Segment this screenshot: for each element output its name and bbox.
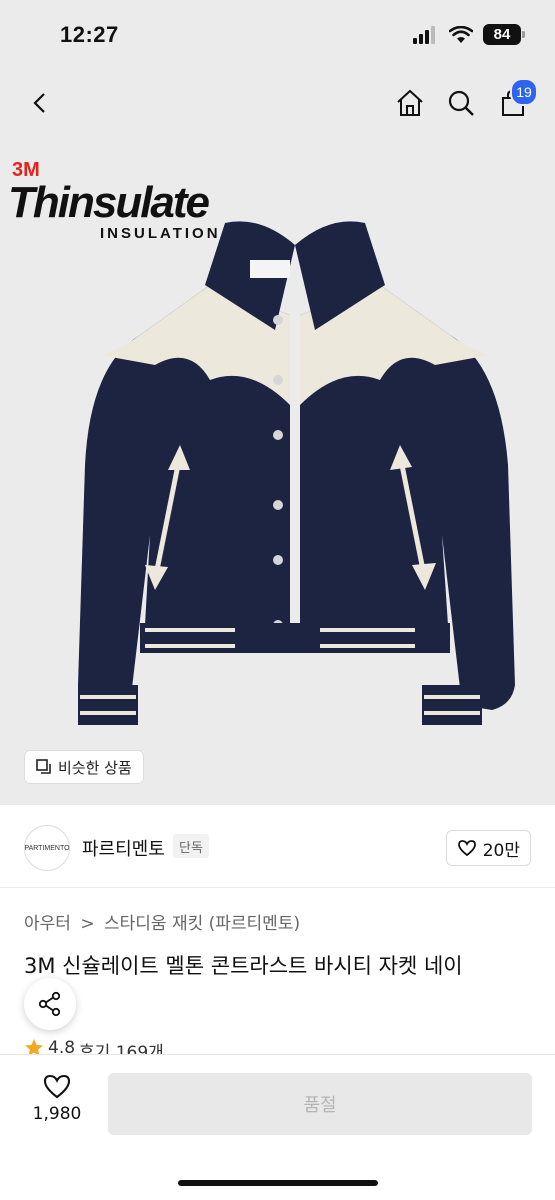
home-button[interactable] <box>387 80 433 126</box>
similar-products-button[interactable]: 비슷한 상품 <box>24 750 144 784</box>
share-icon <box>38 991 61 1017</box>
battery-indicator: 84 <box>483 24 525 45</box>
top-navigation: 19 <box>0 72 555 138</box>
bottom-action-bar: 1,980 품절 <box>0 1055 555 1200</box>
heart-icon <box>43 1074 71 1099</box>
3m-logo: 3M <box>12 159 40 180</box>
status-bar: 12:27 84 <box>0 0 555 72</box>
svg-text:3M: 3M <box>12 159 40 180</box>
seller-avatar[interactable]: PARTIMENTO <box>24 825 70 871</box>
wifi-icon <box>449 25 473 43</box>
breadcrumb-subcategory[interactable]: 스타디움 재킷 (파르티멘토) <box>104 914 300 934</box>
seller-row: PARTIMENTO 파르티멘토 단독 20만 <box>0 805 555 888</box>
breadcrumb: 아우터 > 스타디움 재킷 (파르티멘토) <box>24 909 304 934</box>
search-button[interactable] <box>438 80 484 126</box>
wishlist-button[interactable]: 1,980 <box>28 1073 86 1124</box>
brand-like-button[interactable]: 20만 <box>445 830 531 866</box>
seller-name[interactable]: 파르티멘토 <box>82 835 165 861</box>
share-button[interactable] <box>24 978 76 1030</box>
cart-count-badge: 19 <box>510 78 538 106</box>
brand-like-count: 20만 <box>482 840 520 861</box>
search-icon <box>448 90 474 116</box>
wishlist-count: 1,980 <box>32 1104 82 1124</box>
similar-products-label: 비슷한 상품 <box>58 758 132 777</box>
status-icons: 84 <box>413 24 525 45</box>
chevron-left-icon <box>33 93 45 113</box>
status-time: 12:27 <box>60 22 119 47</box>
similar-icon <box>36 759 51 774</box>
exclusive-badge: 단독 <box>173 834 209 858</box>
breadcrumb-separator: > <box>80 914 95 934</box>
cart-button[interactable]: 19 <box>490 78 538 126</box>
product-title: 3M 신슐레이트 멜톤 콘트라스트 바시티 자켓 네이 <box>24 954 463 978</box>
jacket-illustration <box>78 221 515 725</box>
sold-out-button[interactable]: 품절 <box>108 1073 532 1135</box>
home-icon <box>397 89 423 116</box>
heart-icon <box>457 840 476 857</box>
home-indicator <box>178 1180 378 1186</box>
cellular-signal-icon <box>413 25 435 44</box>
back-button[interactable] <box>18 80 64 126</box>
breadcrumb-category[interactable]: 아우터 <box>24 914 71 934</box>
